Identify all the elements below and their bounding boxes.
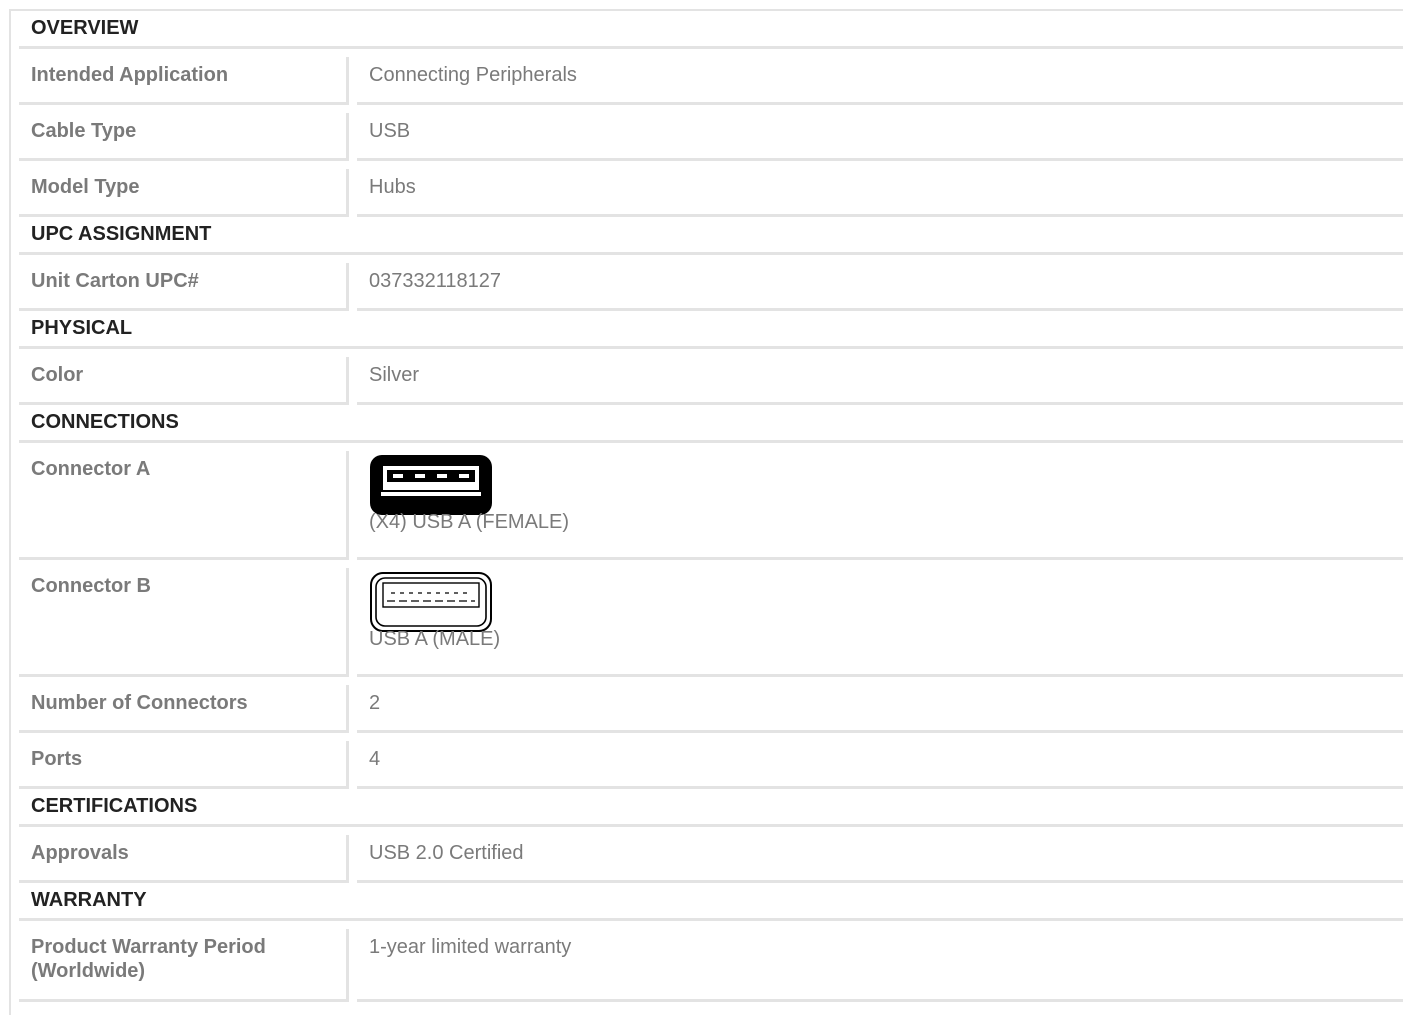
spec-row-approvals: Approvals USB 2.0 Certified <box>19 835 1403 883</box>
section-header-certifications: CERTIFICATIONS <box>19 789 1403 827</box>
spec-row-model-type: Model Type Hubs <box>19 169 1403 217</box>
spec-row-color: Color Silver <box>19 357 1403 405</box>
spec-row-ports: Ports 4 <box>19 741 1403 789</box>
spec-row-connector-b: Connector B USB A (MALE) <box>19 568 1403 677</box>
spec-value: 2 <box>357 685 1403 733</box>
section-header-warranty: WARRANTY <box>19 883 1403 921</box>
spec-row-cable-type: Cable Type USB <box>19 113 1403 161</box>
spec-value: 037332118127 <box>357 263 1403 311</box>
connector-caption: (X4) USB A (FEMALE) <box>369 511 570 533</box>
section-header-overview: OVERVIEW <box>19 11 1403 49</box>
usb-a-female-icon <box>370 455 492 515</box>
spec-value: Silver <box>357 357 1403 405</box>
spec-label: Color <box>19 357 349 405</box>
spec-row-intended-application: Intended Application Connecting Peripher… <box>19 57 1403 105</box>
spec-value: 4 <box>357 741 1403 789</box>
specifications-table: OVERVIEW Intended Application Connecting… <box>9 9 1403 1015</box>
section-header-connections: CONNECTIONS <box>19 405 1403 443</box>
usb-a-male-icon <box>370 572 492 632</box>
spec-label: Approvals <box>19 835 349 883</box>
spec-value: (X4) USB A (FEMALE) <box>357 451 1403 560</box>
spec-value: USB A (MALE) <box>357 568 1403 677</box>
spec-label: Product Warranty Period (Worldwide) <box>19 929 349 1002</box>
spec-label: Intended Application <box>19 57 349 105</box>
spec-row-connector-a: Connector A (X4) USB A (FEMALE) <box>19 451 1403 560</box>
section-header-upc-assignment: UPC ASSIGNMENT <box>19 217 1403 255</box>
spec-value: Connecting Peripherals <box>357 57 1403 105</box>
spec-label: Connector B <box>19 568 349 677</box>
connector-caption: USB A (MALE) <box>369 628 501 650</box>
spec-label: Cable Type <box>19 113 349 161</box>
spec-row-unit-carton-upc: Unit Carton UPC# 037332118127 <box>19 263 1403 311</box>
section-header-physical: PHYSICAL <box>19 311 1403 349</box>
spec-value: Hubs <box>357 169 1403 217</box>
spec-row-product-warranty-period: Product Warranty Period (Worldwide) 1-ye… <box>19 929 1403 1002</box>
spec-row-number-of-connectors: Number of Connectors 2 <box>19 685 1403 733</box>
spec-label: Unit Carton UPC# <box>19 263 349 311</box>
spec-value: 1-year limited warranty <box>357 929 1403 1002</box>
spec-label: Number of Connectors <box>19 685 349 733</box>
spec-label: Connector A <box>19 451 349 560</box>
spec-value: USB <box>357 113 1403 161</box>
spec-label: Model Type <box>19 169 349 217</box>
spec-label: Ports <box>19 741 349 789</box>
spec-value: USB 2.0 Certified <box>357 835 1403 883</box>
